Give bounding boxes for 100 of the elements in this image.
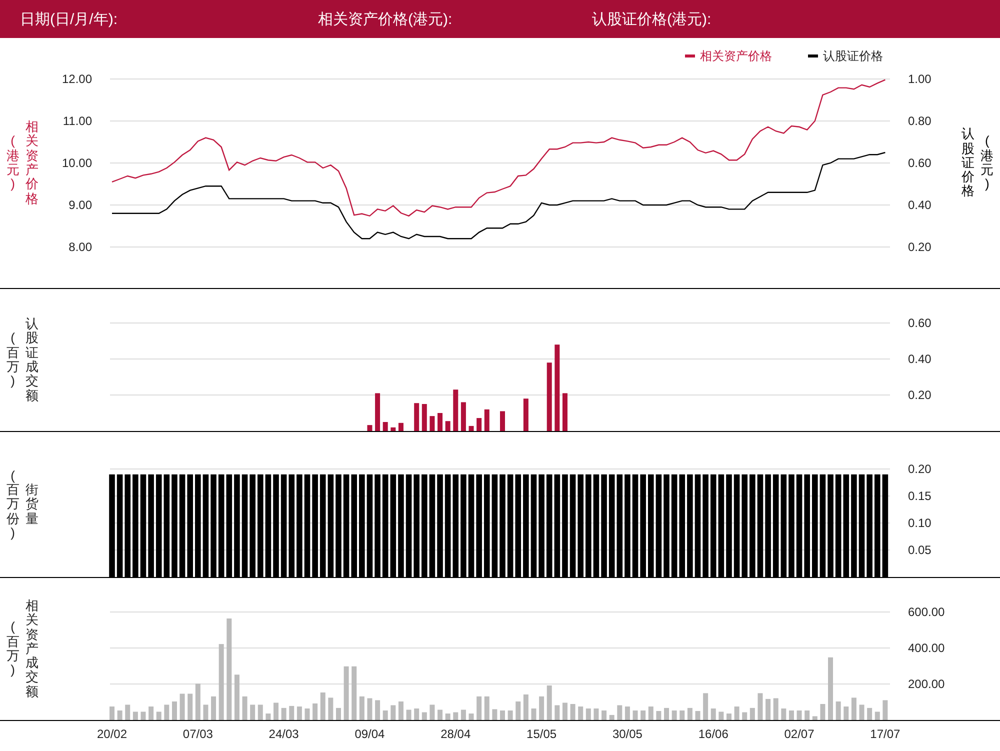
x-tick-label: 15/05 bbox=[526, 727, 557, 741]
bar bbox=[195, 684, 200, 720]
bar bbox=[375, 393, 380, 431]
bar bbox=[460, 402, 466, 431]
bar bbox=[788, 710, 794, 720]
bar bbox=[164, 704, 170, 720]
x-tick-label: 16/06 bbox=[698, 727, 728, 741]
bar bbox=[586, 708, 591, 720]
bar bbox=[516, 701, 521, 720]
bar bbox=[874, 712, 880, 720]
bar bbox=[445, 714, 450, 720]
header-label: 相关资产价格(港元): bbox=[318, 10, 452, 28]
bar bbox=[304, 708, 310, 720]
bar bbox=[476, 418, 482, 431]
axis-unit-label: (港元) bbox=[980, 134, 994, 192]
bar bbox=[750, 708, 755, 720]
axis-title: 街货量 bbox=[26, 483, 39, 526]
axis-title: 认股证成交额 bbox=[26, 317, 39, 403]
bar bbox=[742, 712, 748, 720]
bar bbox=[844, 706, 849, 720]
bar bbox=[508, 710, 513, 720]
axis-unit-label: (百万) bbox=[6, 331, 20, 389]
bar bbox=[594, 708, 599, 720]
bar bbox=[438, 710, 443, 720]
y-tick-label: 0.20 bbox=[908, 240, 932, 254]
bar bbox=[438, 413, 443, 431]
bar bbox=[234, 674, 240, 720]
bar bbox=[180, 694, 185, 720]
x-tick-label: 09/04 bbox=[354, 727, 385, 741]
bar bbox=[390, 705, 396, 720]
bar bbox=[172, 701, 177, 720]
bar bbox=[414, 403, 420, 431]
legend-item: 认股证价格 bbox=[808, 49, 883, 63]
bar bbox=[554, 705, 560, 720]
y-tick-label: 200.00 bbox=[908, 677, 945, 691]
bar bbox=[258, 704, 263, 720]
bar bbox=[140, 712, 146, 720]
bar bbox=[328, 698, 334, 720]
bar bbox=[523, 694, 528, 720]
bar bbox=[344, 666, 349, 720]
bar bbox=[570, 704, 576, 720]
bar bbox=[320, 692, 326, 720]
bar bbox=[680, 710, 685, 720]
bar bbox=[726, 714, 732, 720]
bar bbox=[710, 708, 716, 720]
x-tick-label: 20/02 bbox=[96, 727, 128, 741]
bar bbox=[632, 710, 638, 720]
bar bbox=[398, 422, 404, 431]
bar bbox=[664, 708, 669, 720]
x-tick-label: 28/04 bbox=[440, 727, 471, 741]
bar bbox=[609, 714, 614, 720]
bar bbox=[836, 701, 841, 720]
bar bbox=[500, 411, 505, 431]
bar bbox=[312, 703, 318, 720]
bar bbox=[211, 696, 216, 720]
bar bbox=[766, 698, 771, 720]
bar bbox=[851, 698, 856, 720]
bar bbox=[382, 710, 388, 720]
x-tick-label: 02/07 bbox=[784, 727, 814, 741]
y-tick-label: 0.60 bbox=[908, 156, 932, 170]
bar bbox=[484, 696, 490, 720]
bar bbox=[125, 704, 130, 720]
bar bbox=[820, 704, 826, 720]
bar bbox=[624, 706, 630, 720]
bar bbox=[602, 710, 607, 720]
bar bbox=[734, 706, 740, 720]
bar bbox=[758, 693, 763, 720]
bar bbox=[266, 714, 271, 720]
bar bbox=[718, 712, 724, 720]
legend-item: 相关资产价格 bbox=[685, 49, 772, 63]
header-label: 认股证价格(港元): bbox=[592, 10, 712, 28]
bar bbox=[132, 712, 138, 720]
legend-label: 相关资产价格 bbox=[700, 49, 772, 63]
bar bbox=[773, 698, 778, 720]
bar bbox=[703, 693, 708, 720]
legend-label: 认股证价格 bbox=[823, 49, 883, 63]
bar bbox=[562, 702, 568, 720]
bar bbox=[672, 710, 677, 720]
y-tick-label: 12.00 bbox=[62, 72, 92, 86]
bar bbox=[687, 708, 692, 720]
bar bbox=[617, 705, 622, 720]
bar bbox=[546, 362, 552, 431]
bar bbox=[430, 704, 435, 720]
bar bbox=[453, 712, 458, 720]
bar bbox=[546, 685, 552, 720]
axis-title: 相关资产价格 bbox=[26, 120, 39, 206]
bar bbox=[250, 704, 256, 720]
bar bbox=[422, 404, 427, 431]
bar bbox=[296, 706, 302, 720]
bar bbox=[352, 666, 357, 720]
bar bbox=[430, 416, 435, 431]
axis-unit-label: (百万) bbox=[6, 620, 20, 678]
bar bbox=[468, 426, 474, 431]
y-tick-label: 0.40 bbox=[908, 352, 932, 366]
bar bbox=[828, 657, 834, 720]
bar bbox=[117, 710, 122, 720]
bar bbox=[367, 698, 372, 720]
axis-unit-label: (百万份) bbox=[6, 468, 20, 540]
y-tick-label: 1.00 bbox=[908, 72, 932, 86]
bar bbox=[382, 422, 388, 431]
